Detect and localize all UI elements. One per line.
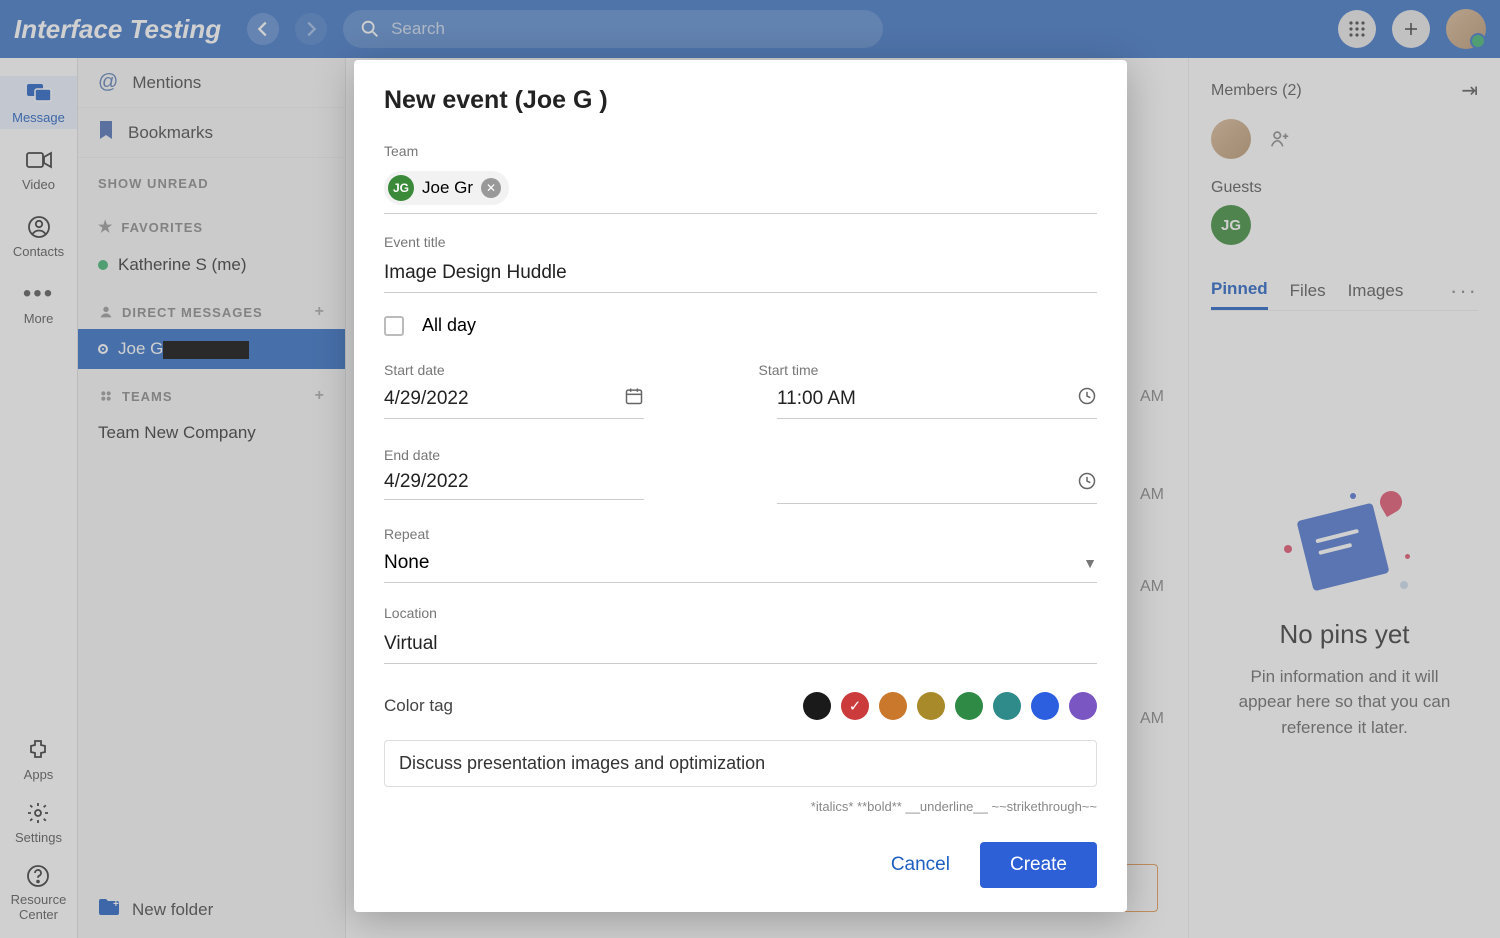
chevron-down-icon: ▼ [1083, 555, 1097, 571]
chip-avatar: JG [388, 175, 414, 201]
color-swatch[interactable] [917, 692, 945, 720]
team-label: Team [384, 143, 1097, 159]
color-swatch[interactable] [1031, 692, 1059, 720]
color-swatch[interactable] [993, 692, 1021, 720]
color-swatches [803, 692, 1097, 720]
end-time-label-empty [759, 447, 1098, 463]
start-time-label: Start time [759, 362, 1098, 378]
end-time-field[interactable] [777, 467, 1097, 504]
team-field[interactable]: JG Joe Gr ✕ [384, 165, 1097, 214]
color-swatch[interactable] [955, 692, 983, 720]
all-day-checkbox[interactable] [384, 316, 404, 336]
all-day-label: All day [422, 315, 476, 336]
clock-icon [1077, 386, 1097, 412]
repeat-value: None [384, 552, 429, 574]
repeat-label: Repeat [384, 526, 1097, 542]
clock-icon [1077, 471, 1097, 497]
start-time-field[interactable]: 11:00 AM [777, 382, 1097, 419]
chip-remove-button[interactable]: ✕ [481, 178, 501, 198]
end-date-value: 4/29/2022 [384, 471, 469, 493]
color-tag-label: Color tag [384, 696, 453, 716]
description-input[interactable]: Discuss presentation images and optimiza… [384, 740, 1097, 787]
description-value: Discuss presentation images and optimiza… [399, 753, 765, 773]
end-date-label: End date [384, 447, 723, 463]
start-date-value: 4/29/2022 [384, 388, 469, 410]
event-title-label: Event title [384, 234, 1097, 250]
new-event-modal: New event (Joe G ) Team JG Joe Gr ✕ Even… [354, 60, 1127, 912]
event-title-input[interactable] [384, 256, 1097, 293]
start-time-value: 11:00 AM [777, 388, 856, 410]
chip-name: Joe Gr [422, 178, 473, 198]
all-day-row[interactable]: All day [384, 315, 1097, 336]
end-date-field[interactable]: 4/29/2022 [384, 467, 644, 500]
create-button[interactable]: Create [980, 842, 1097, 888]
color-swatch[interactable] [803, 692, 831, 720]
start-date-label: Start date [384, 362, 723, 378]
format-hint: *italics* **bold** __underline__ ~~strik… [384, 799, 1097, 814]
team-chip: JG Joe Gr ✕ [384, 171, 509, 205]
color-swatch[interactable] [1069, 692, 1097, 720]
start-date-field[interactable]: 4/29/2022 [384, 382, 644, 419]
color-swatch[interactable] [841, 692, 869, 720]
calendar-icon [624, 386, 644, 412]
location-input[interactable] [384, 627, 1097, 664]
repeat-select[interactable]: None ▼ [384, 548, 1097, 583]
cancel-button[interactable]: Cancel [891, 854, 950, 876]
location-label: Location [384, 605, 1097, 621]
color-swatch[interactable] [879, 692, 907, 720]
modal-title: New event (Joe G ) [384, 86, 1097, 115]
